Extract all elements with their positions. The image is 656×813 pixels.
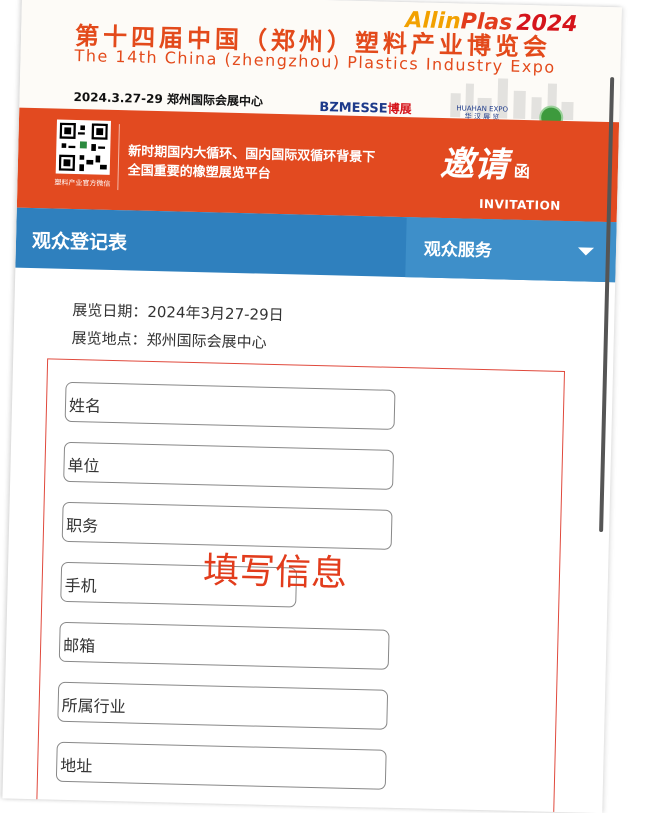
invitation-calligraphy: 邀请函 bbox=[440, 136, 531, 187]
invitation-calligraphy-small: 函 bbox=[513, 161, 531, 182]
email-field-label: 邮箱 bbox=[62, 635, 96, 656]
invitation-label: INVITATION bbox=[478, 196, 561, 213]
expo-date-value: 2024年3月27-29日 bbox=[147, 302, 284, 325]
industry-field-label: 所属行业 bbox=[61, 695, 126, 717]
visitor-service-label: 观众服务 bbox=[423, 239, 493, 262]
email-field[interactable]: 邮箱 bbox=[58, 621, 390, 670]
invitation-calligraphy-text: 邀请 bbox=[439, 143, 509, 186]
address-field-label: 地址 bbox=[59, 755, 93, 776]
qr-code-label: 塑料产业官方微信 bbox=[54, 178, 111, 188]
page-title: 观众登记表 bbox=[31, 229, 128, 255]
bzmesse-logo-cn: 博展 bbox=[387, 101, 412, 117]
qr-code-icon bbox=[55, 119, 111, 175]
position-field-label: 职务 bbox=[65, 515, 99, 536]
name-field-label: 姓名 bbox=[68, 395, 102, 416]
company-field[interactable]: 单位 bbox=[63, 441, 395, 490]
industry-field[interactable]: 所属行业 bbox=[57, 681, 389, 730]
expo-header: AllinPlas 2024 第十四届中国（郑州）塑料产业博览会 The 14th… bbox=[19, 0, 622, 130]
address-field[interactable]: 地址 bbox=[55, 741, 387, 790]
banner-divider bbox=[117, 124, 120, 191]
expo-date-venue: 2024.3.27-29 郑州国际会展中心 bbox=[73, 89, 264, 109]
invitation-banner: 塑料产业官方微信 新时期国内大循环、国内国际双循环背景下 全国重要的橡塑展览平台… bbox=[16, 107, 620, 223]
registration-page: AllinPlas 2024 第十四届中国（郑州）塑料产业博览会 The 14th… bbox=[2, 0, 622, 813]
expo-venue-label: 展览地点： bbox=[71, 328, 147, 349]
company-field-label: 单位 bbox=[67, 455, 100, 476]
banner-slogan: 新时期国内大循环、国内国际双循环背景下 全国重要的橡塑展览平台 bbox=[128, 142, 376, 186]
phone-field-label: 手机 bbox=[64, 575, 97, 596]
bzmesse-logo-text: BZMESSE bbox=[319, 99, 388, 117]
expo-venue-row: 展览地点：郑州国际会展中心 bbox=[71, 324, 283, 357]
name-field[interactable]: 姓名 bbox=[64, 381, 396, 430]
chevron-down-icon bbox=[577, 247, 595, 256]
expo-venue-value: 郑州国际会展中心 bbox=[146, 330, 267, 352]
expo-info: 展览日期：2024年3月27-29日 展览地点：郑州国际会展中心 bbox=[71, 296, 284, 357]
visitor-service-dropdown[interactable]: 观众服务 bbox=[405, 217, 617, 283]
fill-info-annotation: 填写信息 bbox=[202, 550, 348, 595]
expo-date-label: 展览日期： bbox=[72, 300, 148, 321]
registration-form: 姓名 单位 职务 手机 邮箱 所属行业 地址 填写信息 bbox=[35, 358, 566, 813]
